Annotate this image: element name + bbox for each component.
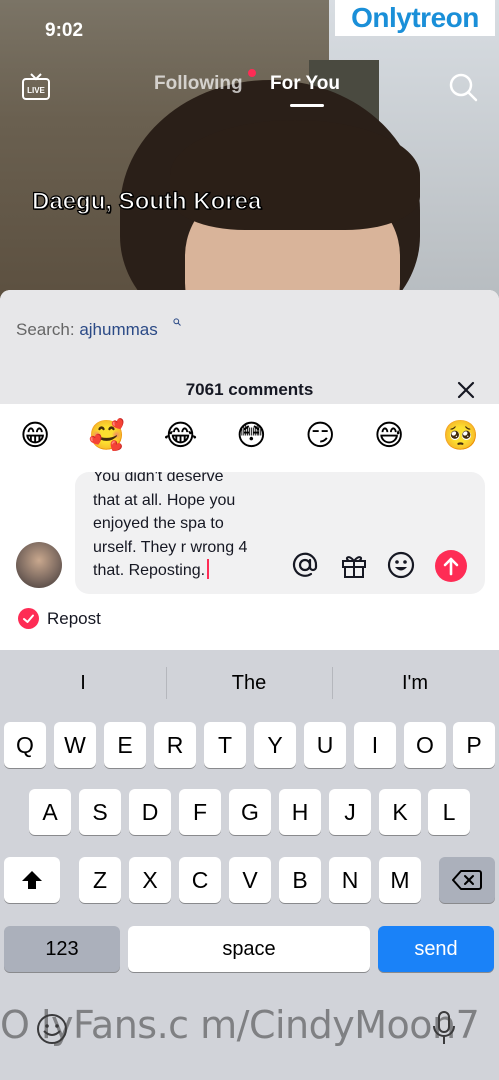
key-t[interactable]: T: [204, 722, 246, 768]
comment-search-row[interactable]: Search: ajhummas: [0, 290, 499, 366]
search-suggestion[interactable]: Search: ajhummas: [16, 320, 158, 340]
post-comment-button[interactable]: [435, 550, 467, 582]
space-key[interactable]: space: [128, 926, 370, 972]
tab-following[interactable]: Following: [154, 73, 243, 95]
check-icon: [18, 608, 39, 629]
predictive-bar: I The I'm: [0, 650, 499, 716]
watermark-text: O lyFans.c m/CindyMoon7: [0, 1003, 480, 1047]
watermark-logo: Only treon: [335, 0, 495, 36]
search-query[interactable]: ajhummas: [79, 320, 157, 339]
gift-icon[interactable]: [339, 550, 369, 580]
shift-icon: [22, 871, 42, 889]
mention-icon[interactable]: [290, 550, 320, 580]
comment-draft-text[interactable]: You didn't deserve that at all. Hope you…: [93, 472, 293, 583]
comment-count: 7061 comments: [185, 380, 314, 399]
key-c[interactable]: C: [179, 857, 221, 903]
key-e[interactable]: E: [104, 722, 146, 768]
key-o[interactable]: O: [404, 722, 446, 768]
key-g[interactable]: G: [229, 789, 271, 835]
search-icon[interactable]: [448, 72, 478, 102]
key-f[interactable]: F: [179, 789, 221, 835]
notification-dot: [248, 69, 256, 77]
small-search-icon: [173, 318, 181, 326]
active-tab-indicator: [290, 104, 324, 107]
key-u[interactable]: U: [304, 722, 346, 768]
backspace-key[interactable]: [439, 857, 495, 903]
comment-input[interactable]: You didn't deserve that at all. Hope you…: [75, 472, 485, 594]
key-p[interactable]: P: [453, 722, 495, 768]
backspace-icon: [452, 870, 482, 890]
key-b[interactable]: B: [279, 857, 321, 903]
key-k[interactable]: K: [379, 789, 421, 835]
suggestion-1[interactable]: I: [0, 672, 166, 695]
status-time: 9:02: [45, 20, 84, 41]
emoji-hearts[interactable]: 🥰: [89, 420, 125, 450]
avatar: [16, 542, 62, 588]
key-i[interactable]: I: [354, 722, 396, 768]
repost-toggle[interactable]: Repost: [18, 608, 101, 629]
emoji-joy[interactable]: 😂: [164, 420, 198, 450]
quick-emoji-row: 😁 🥰 😂 😳 😏 😅 🥺: [0, 404, 499, 466]
repost-label: Repost: [47, 608, 101, 628]
emoji-grin[interactable]: 😁: [20, 420, 50, 450]
key-h[interactable]: H: [279, 789, 321, 835]
key-s[interactable]: S: [79, 789, 121, 835]
arrow-up-icon: [443, 557, 459, 576]
key-m[interactable]: M: [379, 857, 421, 903]
watermark-part2: treon: [411, 2, 479, 33]
draft-line: enjoyed the spa to: [93, 515, 224, 532]
key-n[interactable]: N: [329, 857, 371, 903]
draft-line-last: that. Reposting.: [93, 559, 293, 583]
suggestion-3[interactable]: I'm: [332, 672, 498, 695]
watermark-part1: Only: [351, 2, 412, 33]
location-caption: Daegu, South Korea: [31, 187, 262, 215]
live-icon[interactable]: LIVE: [20, 70, 52, 102]
search-label: Search:: [16, 320, 75, 339]
comments-sheet: Search: ajhummas 7061 comments 😁 🥰 😂 😳 😏…: [0, 290, 499, 660]
emoji-flushed[interactable]: 😳: [236, 420, 266, 450]
key-l[interactable]: L: [428, 789, 470, 835]
key-a[interactable]: A: [29, 789, 71, 835]
key-d[interactable]: D: [129, 789, 171, 835]
emoji-picker-icon[interactable]: [386, 550, 416, 580]
key-j[interactable]: J: [329, 789, 371, 835]
emoji-smirk[interactable]: 😏: [305, 420, 335, 450]
emoji-sweat-smile[interactable]: 😅: [374, 420, 404, 450]
draft-line: that. Reposting.: [93, 562, 206, 579]
shift-key[interactable]: [4, 857, 60, 903]
key-v[interactable]: V: [229, 857, 271, 903]
draft-line: urself. They r wrong 4: [93, 538, 248, 556]
key-x[interactable]: X: [129, 857, 171, 903]
emoji-pleading[interactable]: 🥺: [443, 420, 479, 450]
live-label: LIVE: [27, 86, 45, 95]
draft-line: that at all. Hope you: [93, 491, 236, 509]
key-r[interactable]: R: [154, 722, 196, 768]
key-w[interactable]: W: [54, 722, 96, 768]
tab-for-you[interactable]: For You: [270, 73, 340, 95]
send-key[interactable]: send: [378, 926, 494, 972]
text-caret: [207, 559, 210, 579]
draft-line: You didn't deserve: [93, 472, 224, 485]
key-y[interactable]: Y: [254, 722, 296, 768]
key-q[interactable]: Q: [4, 722, 46, 768]
comment-count-row: 7061 comments: [0, 366, 499, 404]
close-icon[interactable]: [456, 380, 476, 400]
video-background[interactable]: [0, 0, 499, 300]
suggestion-2[interactable]: The: [166, 672, 332, 695]
key-z[interactable]: Z: [79, 857, 121, 903]
numbers-key[interactable]: 123: [4, 926, 120, 972]
